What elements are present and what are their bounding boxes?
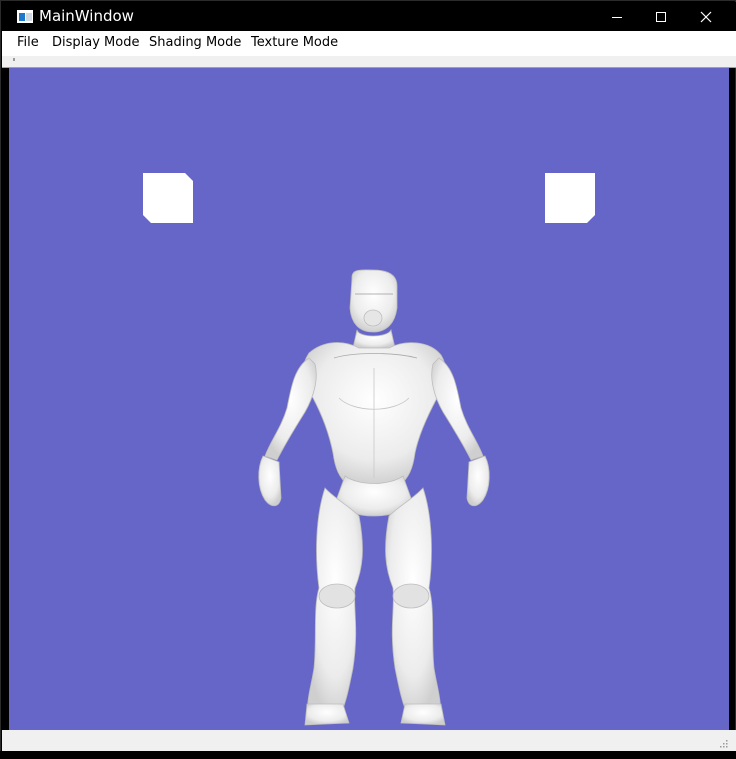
close-button[interactable] bbox=[683, 2, 729, 31]
minimize-button[interactable] bbox=[594, 2, 640, 31]
status-bar bbox=[2, 730, 736, 752]
close-icon bbox=[700, 11, 712, 22]
render-scene bbox=[9, 68, 729, 730]
menu-shading-mode[interactable]: Shading Mode bbox=[149, 35, 241, 50]
maximize-button[interactable] bbox=[638, 2, 684, 31]
main-window: MainWindow File Display Mode Shading Mod… bbox=[0, 0, 736, 759]
toolbar-grip-icon[interactable] bbox=[13, 58, 15, 61]
light-marker-left[interactable] bbox=[143, 173, 193, 223]
menu-bar: File Display Mode Shading Mode Texture M… bbox=[2, 31, 736, 56]
resize-grip-icon[interactable] bbox=[718, 738, 728, 748]
menu-file[interactable]: File bbox=[17, 35, 39, 50]
maximize-icon bbox=[656, 11, 666, 22]
menu-display-mode[interactable]: Display Mode bbox=[52, 35, 139, 50]
window-title: MainWindow bbox=[39, 7, 134, 25]
toolbar-area bbox=[2, 56, 736, 68]
application-window-icon bbox=[17, 10, 33, 23]
opengl-viewport[interactable] bbox=[9, 68, 729, 730]
minimize-icon bbox=[612, 16, 622, 18]
menu-texture-mode[interactable]: Texture Mode bbox=[251, 35, 338, 50]
light-marker-right[interactable] bbox=[545, 173, 595, 223]
title-bar[interactable]: MainWindow bbox=[2, 2, 736, 31]
window-bottom-edge bbox=[0, 751, 736, 759]
